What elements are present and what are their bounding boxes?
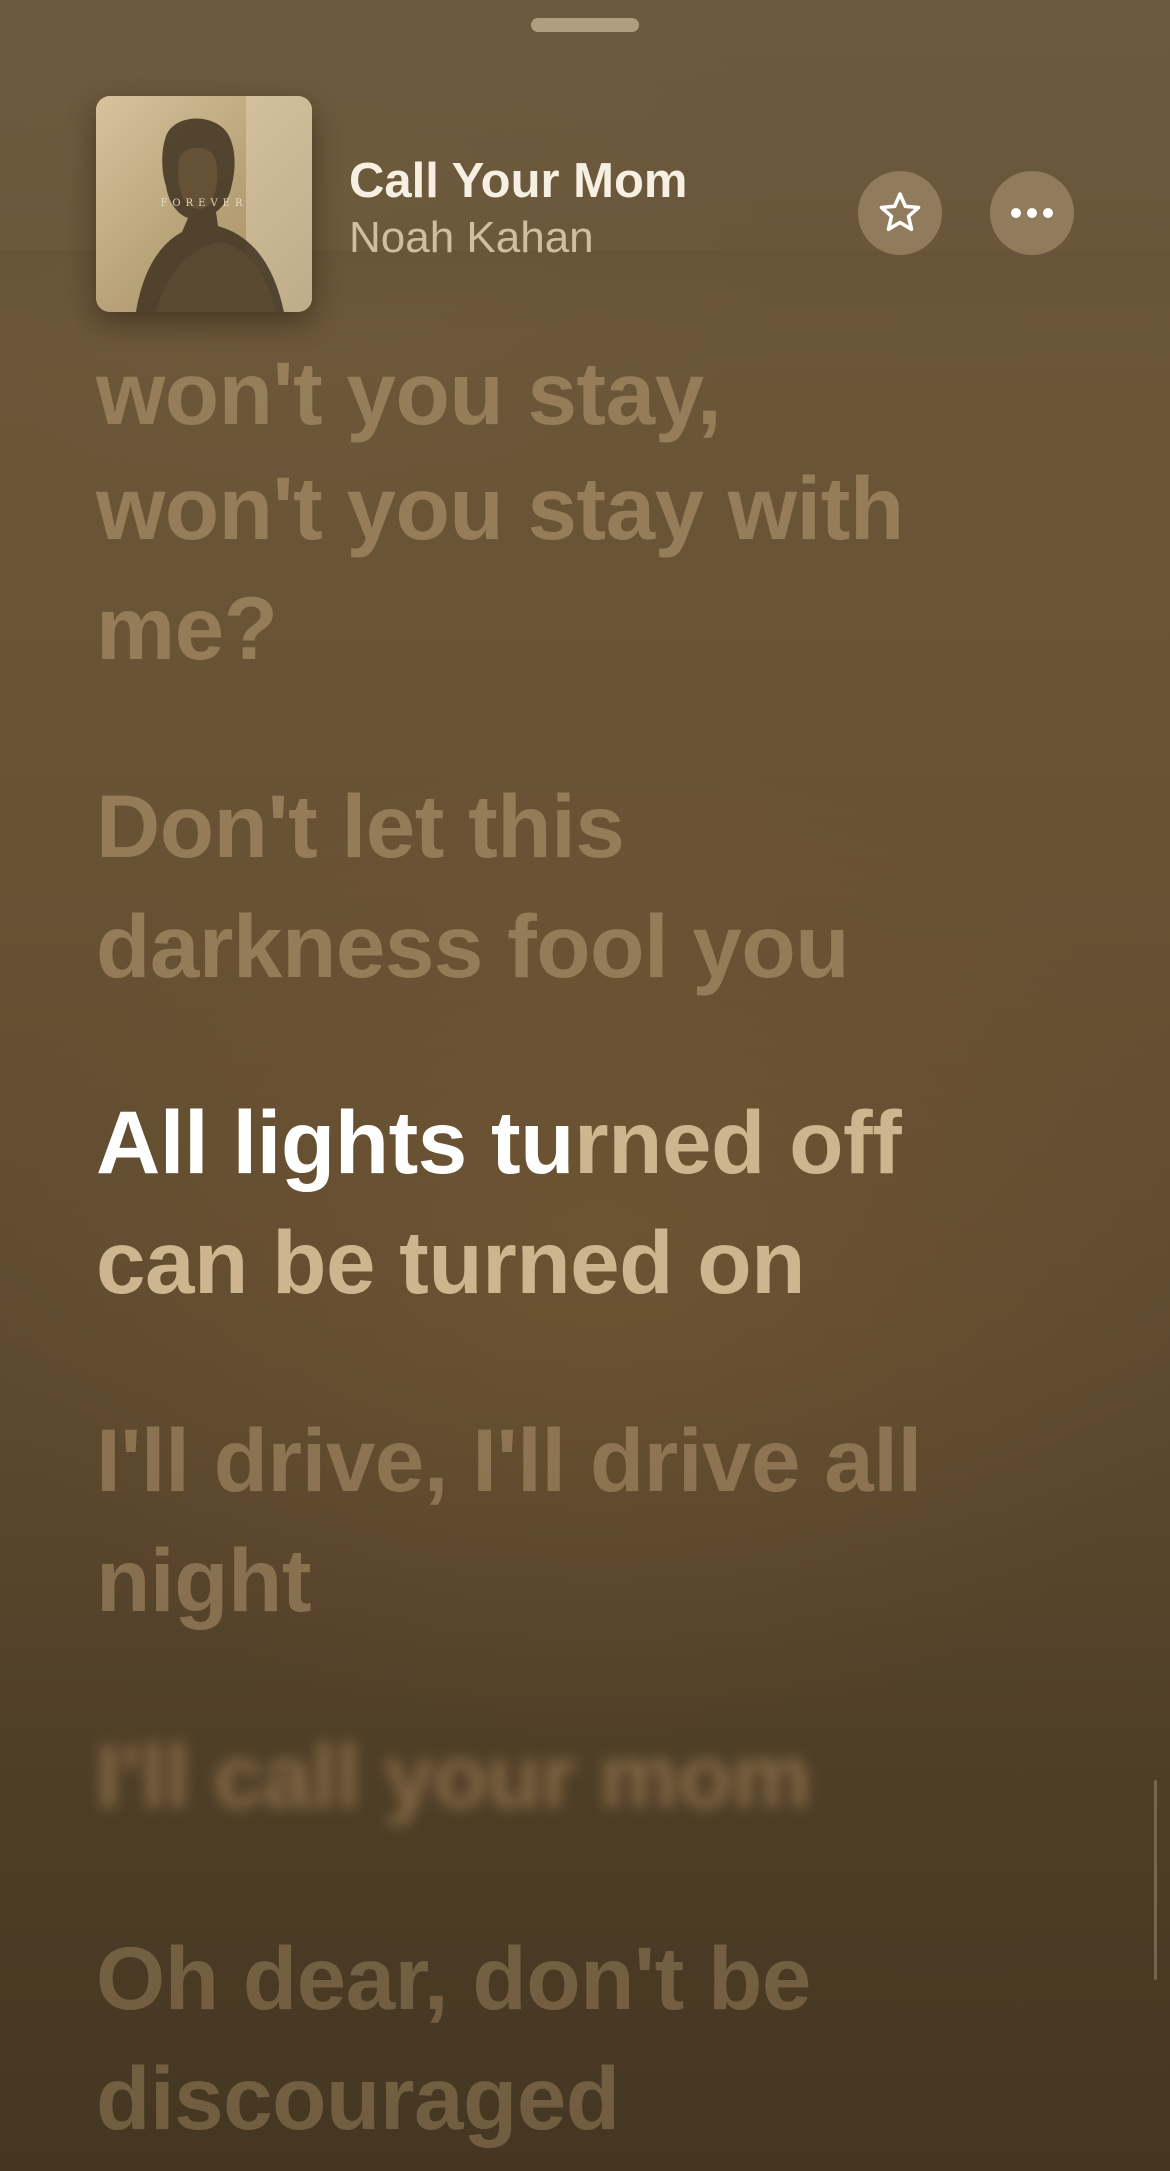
lyric-text: Oh dear, don't be (96, 1928, 811, 2028)
lyric-text: darkness fool you (96, 896, 850, 996)
lyric-text-line-2: can be turned on (96, 1212, 806, 1312)
lyric-line[interactable]: Oh dear, don't be discouraged (96, 1918, 1056, 2158)
lyrics-scroll-indicator[interactable] (1154, 1780, 1157, 1980)
album-artwork-image: FOREVER (96, 96, 312, 312)
lyric-text: me? (96, 578, 278, 678)
lyric-line[interactable]: won't you stay with me? (96, 448, 1056, 688)
now-playing-lyrics-screen: won't you stay, won't you stay with me? … (0, 0, 1170, 2171)
unsung-portion: rned off (574, 1092, 902, 1192)
lyric-text: won't you stay with (96, 458, 904, 558)
now-playing-header: FOREVER Call Your Mom Noah Kahan (96, 96, 1076, 312)
lyric-text-line-1: All lights turned off (96, 1082, 1056, 1202)
lyric-line[interactable]: won't you stay, (96, 333, 1056, 453)
track-info[interactable]: Call Your Mom Noah Kahan (349, 152, 819, 266)
more-options-button[interactable] (990, 171, 1074, 255)
lyric-text: night (96, 1530, 311, 1630)
favorite-button[interactable] (858, 171, 942, 255)
lyric-text: I'll drive, I'll drive all (96, 1410, 922, 1510)
sung-portion: All lights tu (96, 1092, 575, 1192)
lyric-text: Don't let this (96, 776, 625, 876)
lyric-line[interactable]: I'll call your mom (96, 1716, 1056, 1836)
star-icon (879, 192, 921, 232)
track-artist[interactable]: Noah Kahan (349, 210, 819, 266)
current-lyric-line[interactable]: All lights turned off can be turned on (96, 1082, 1056, 1322)
lyric-text: I'll call your mom (96, 1726, 811, 1826)
lyric-line[interactable]: I'll drive, I'll drive all night (96, 1400, 1056, 1640)
lyric-text: won't you stay, (96, 343, 722, 443)
ellipsis-icon (1011, 208, 1053, 218)
lyric-text: discouraged (96, 2048, 620, 2148)
lyric-line[interactable]: Don't let this darkness fool you (96, 766, 1056, 1006)
track-title: Call Your Mom (349, 154, 688, 208)
artwork-text: FOREVER (160, 198, 247, 209)
album-artwork[interactable]: FOREVER (96, 96, 312, 312)
sheet-grabber[interactable] (531, 18, 639, 32)
